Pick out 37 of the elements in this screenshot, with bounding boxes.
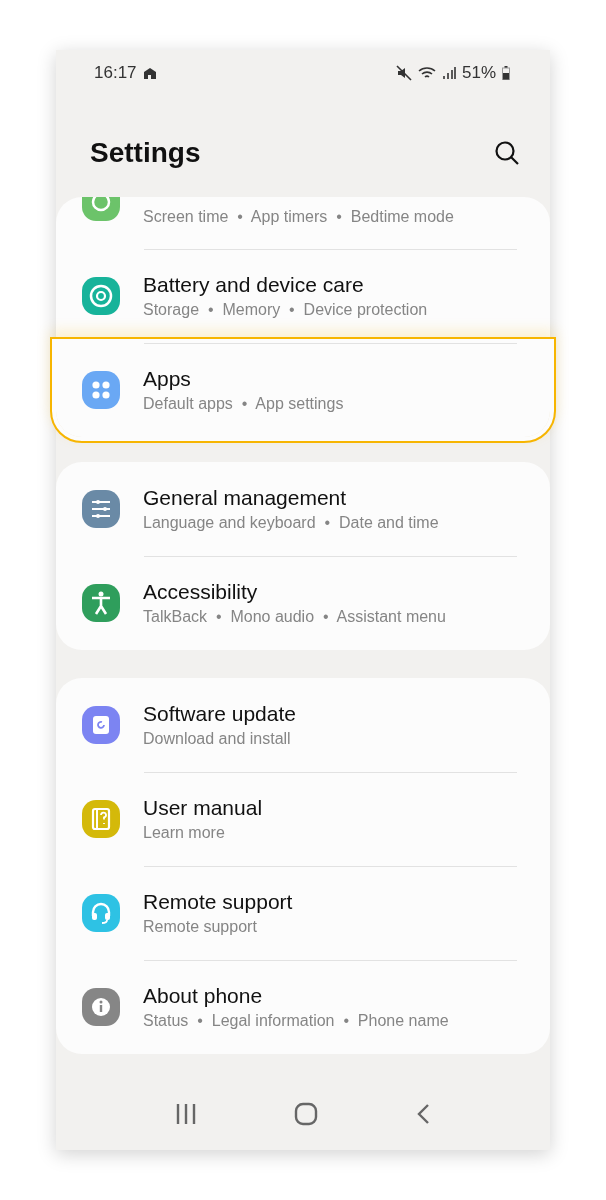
settings-item[interactable]: Remote support Remote support — [56, 866, 550, 960]
mute-icon — [395, 65, 412, 81]
wifi-icon — [417, 65, 436, 81]
home-icon[interactable] — [294, 1102, 318, 1126]
page-title: Settings — [90, 136, 201, 169]
item-title: Battery and device care — [143, 273, 365, 297]
settings-item[interactable]: About phone Status • Legal information • Phone name — [56, 960, 550, 1054]
settings-item[interactable]: Battery and device care Storage • Memory • Device protection — [56, 249, 550, 343]
item-subtitle: Storage • Memory • Device protection — [143, 301, 428, 319]
settings-item[interactable]: Software update Download and install — [56, 678, 550, 772]
back-icon[interactable] — [415, 1103, 432, 1125]
item-title: Remote support — [143, 890, 293, 914]
signal-icon — [441, 66, 456, 80]
item-subtitle: Screen time • App timers • Bedtime mode — [143, 208, 454, 226]
item-title: About phone — [143, 984, 264, 1008]
settings-item[interactable]: Accessibility TalkBack • Mono audio • Assistant menu — [56, 556, 550, 650]
clock-time: 16:17 — [94, 63, 137, 83]
battery-icon — [502, 66, 510, 80]
settings-item[interactable]: Apps Default apps • App settings — [56, 343, 550, 437]
item-subtitle: Download and install — [143, 730, 292, 748]
search-icon[interactable] — [494, 139, 520, 166]
settings-item[interactable]: User manual Learn more — [56, 772, 550, 866]
item-subtitle: Default apps • App settings — [143, 395, 344, 413]
settings-item[interactable]: General management Language and keyboard • Date and time — [56, 462, 550, 556]
item-subtitle: Status • Legal information • Phone name — [143, 1012, 449, 1030]
item-title: User manual — [143, 796, 263, 820]
settings-item[interactable]: Screen time • App timers • Bedtime mode — [56, 197, 550, 249]
recent-apps-icon[interactable] — [174, 1103, 197, 1125]
item-subtitle: TalkBack • Mono audio • Assistant menu — [143, 608, 446, 626]
item-subtitle: Remote support — [143, 918, 258, 936]
item-title: Software update — [143, 702, 296, 726]
item-subtitle: Learn more — [143, 824, 226, 842]
item-title: General management — [143, 486, 348, 510]
item-subtitle: Language and keyboard • Date and time — [143, 514, 439, 532]
battery-percentage: 51% — [461, 63, 496, 83]
item-title: Accessibility — [143, 580, 259, 604]
item-title: Apps — [143, 367, 192, 391]
